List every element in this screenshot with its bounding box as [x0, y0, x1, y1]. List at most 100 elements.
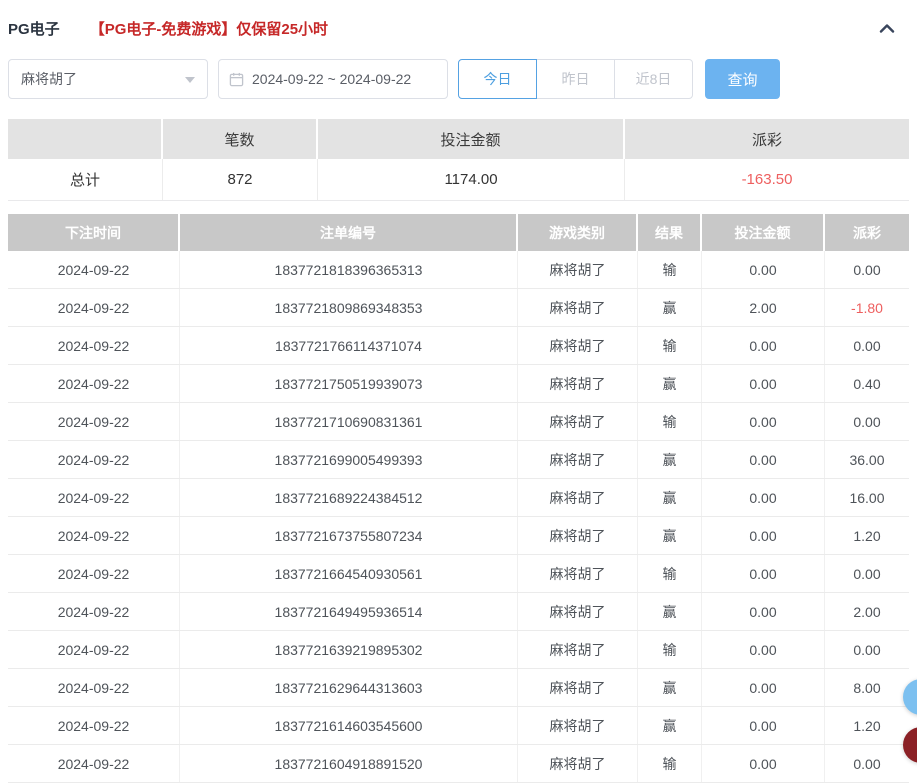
cell-bet-time: 2024-09-22 [8, 251, 180, 288]
cell-bet-time: 2024-09-22 [8, 707, 180, 744]
table-row: 2024-09-22 1837721809869348353 麻将胡了 赢 2.… [8, 289, 909, 327]
panel-notice: 【PG电子-免费游戏】仅保留25小时 [89, 21, 329, 38]
cell-game-type: 麻将胡了 [518, 289, 638, 326]
cell-payout: 0.00 [853, 261, 881, 278]
cell-bet-time: 2024-09-22 [8, 479, 180, 516]
cell-order-no: 1837721818396365313 [180, 251, 518, 288]
cell-bet-time: 2024-09-22 [8, 631, 180, 668]
summary-total-label: 总计 [8, 159, 163, 200]
table-row: 2024-09-22 1837721614603545600 麻将胡了 赢 0.… [8, 707, 909, 745]
table-row: 2024-09-22 1837721639219895302 麻将胡了 输 0.… [8, 631, 909, 669]
cell-bet-time: 2024-09-22 [8, 403, 180, 440]
cell-order-no: 1837721604918891520 [180, 745, 518, 782]
cell-bet-amount: 0.00 [702, 555, 825, 592]
cell-bet-amount: 2.00 [702, 289, 825, 326]
cell-order-no: 1837721689224384512 [180, 479, 518, 516]
cell-game-type: 麻将胡了 [518, 745, 638, 782]
collapse-button[interactable] [875, 16, 899, 40]
cell-game-type: 麻将胡了 [518, 517, 638, 554]
cell-result: 输 [638, 327, 702, 364]
cell-payout: 0.00 [853, 565, 881, 582]
game-select[interactable]: 麻将胡了 [8, 59, 208, 99]
col-header-payout: 派彩 [853, 224, 881, 241]
cell-payout: 1.20 [853, 717, 881, 734]
cell-game-type: 麻将胡了 [518, 555, 638, 592]
bet-table-header-row: 下注时间 注单编号 游戏类别 结果 投注金额 派彩 [8, 214, 909, 251]
cell-result: 赢 [638, 289, 702, 326]
cell-order-no: 1837721614603545600 [180, 707, 518, 744]
cell-result: 赢 [638, 441, 702, 478]
table-row: 2024-09-22 1837721766114371074 麻将胡了 输 0.… [8, 327, 909, 365]
caret-down-icon [185, 77, 195, 83]
table-row: 2024-09-22 1837721604918891520 麻将胡了 输 0.… [8, 745, 909, 783]
cell-payout: 0.00 [853, 641, 881, 658]
table-row: 2024-09-22 1837721750519939073 麻将胡了 赢 0.… [8, 365, 909, 403]
cell-result: 赢 [638, 669, 702, 706]
cell-result: 输 [638, 745, 702, 782]
cell-order-no: 1837721710690831361 [180, 403, 518, 440]
cell-bet-time: 2024-09-22 [8, 669, 180, 706]
summary-header-blank [8, 119, 163, 159]
summary-total-row: 总计 872 1174.00 -163.50 [8, 159, 909, 201]
cell-order-no: 1837721809869348353 [180, 289, 518, 326]
cell-payout: 8.00 [853, 679, 881, 696]
cell-bet-time: 2024-09-22 [8, 289, 180, 326]
cell-bet-amount: 0.00 [702, 479, 825, 516]
summary-table: 笔数 投注金额 派彩 总计 872 1174.00 -163.50 [8, 119, 909, 201]
cell-bet-amount: 0.00 [702, 365, 825, 402]
table-row: 2024-09-22 1837721629644313603 麻将胡了 赢 0.… [8, 669, 909, 707]
summary-header-count: 笔数 [163, 119, 318, 159]
cell-result: 赢 [638, 517, 702, 554]
date-range-value: 2024-09-22 ~ 2024-09-22 [252, 71, 412, 87]
calendar-icon [229, 72, 244, 87]
cell-payout: 36.00 [849, 451, 885, 468]
summary-bet-amount-value: 1174.00 [318, 159, 625, 200]
cell-game-type: 麻将胡了 [518, 707, 638, 744]
summary-header-payout: 派彩 [751, 131, 782, 149]
col-header-bet-amount: 投注金额 [702, 214, 825, 251]
cell-payout: 0.00 [853, 755, 881, 772]
col-header-bet-time: 下注时间 [8, 214, 180, 251]
cell-payout: 0.00 [853, 337, 881, 354]
cell-bet-amount: 0.00 [702, 441, 825, 478]
quick-filter-yesterday[interactable]: 昨日 [536, 59, 615, 99]
col-header-game-type: 游戏类别 [518, 214, 638, 251]
table-row: 2024-09-22 1837721673755807234 麻将胡了 赢 0.… [8, 517, 909, 555]
cell-bet-time: 2024-09-22 [8, 327, 180, 364]
cell-bet-amount: 0.00 [702, 517, 825, 554]
cell-order-no: 1837721649495936514 [180, 593, 518, 630]
cell-game-type: 麻将胡了 [518, 327, 638, 364]
cell-bet-time: 2024-09-22 [8, 555, 180, 592]
query-button[interactable]: 查询 [705, 59, 780, 99]
cell-result: 赢 [638, 707, 702, 744]
cell-result: 输 [638, 555, 702, 592]
cell-result: 输 [638, 251, 702, 288]
panel-title: PG电子 [8, 21, 60, 38]
cell-bet-amount: 0.00 [702, 669, 825, 706]
date-range-input[interactable]: 2024-09-22 ~ 2024-09-22 [218, 59, 448, 99]
panel-header: PG电子 【PG电子-免费游戏】仅保留25小时 [0, 0, 917, 39]
table-row: 2024-09-22 1837721710690831361 麻将胡了 输 0.… [8, 403, 909, 441]
cell-result: 输 [638, 631, 702, 668]
chevron-up-icon [878, 22, 896, 34]
table-row: 2024-09-22 1837721649495936514 麻将胡了 赢 0.… [8, 593, 909, 631]
cell-bet-amount: 0.00 [702, 403, 825, 440]
cell-order-no: 1837721766114371074 [180, 327, 518, 364]
quick-filter-today[interactable]: 今日 [458, 59, 537, 99]
cell-game-type: 麻将胡了 [518, 669, 638, 706]
table-row: 2024-09-22 1837721689224384512 麻将胡了 赢 0.… [8, 479, 909, 517]
cell-game-type: 麻将胡了 [518, 441, 638, 478]
cell-bet-time: 2024-09-22 [8, 517, 180, 554]
quick-filter-last8days[interactable]: 近8日 [614, 59, 693, 99]
game-select-value: 麻将胡了 [21, 71, 77, 87]
cell-bet-time: 2024-09-22 [8, 745, 180, 782]
summary-header-row: 笔数 投注金额 派彩 [8, 119, 909, 159]
table-row: 2024-09-22 1837721699005499393 麻将胡了 赢 0.… [8, 441, 909, 479]
cell-game-type: 麻将胡了 [518, 593, 638, 630]
cell-order-no: 1837721629644313603 [180, 669, 518, 706]
cell-order-no: 1837721699005499393 [180, 441, 518, 478]
table-row: 2024-09-22 1837721818396365313 麻将胡了 输 0.… [8, 251, 909, 289]
cell-bet-time: 2024-09-22 [8, 365, 180, 402]
cell-game-type: 麻将胡了 [518, 251, 638, 288]
cell-bet-time: 2024-09-22 [8, 593, 180, 630]
